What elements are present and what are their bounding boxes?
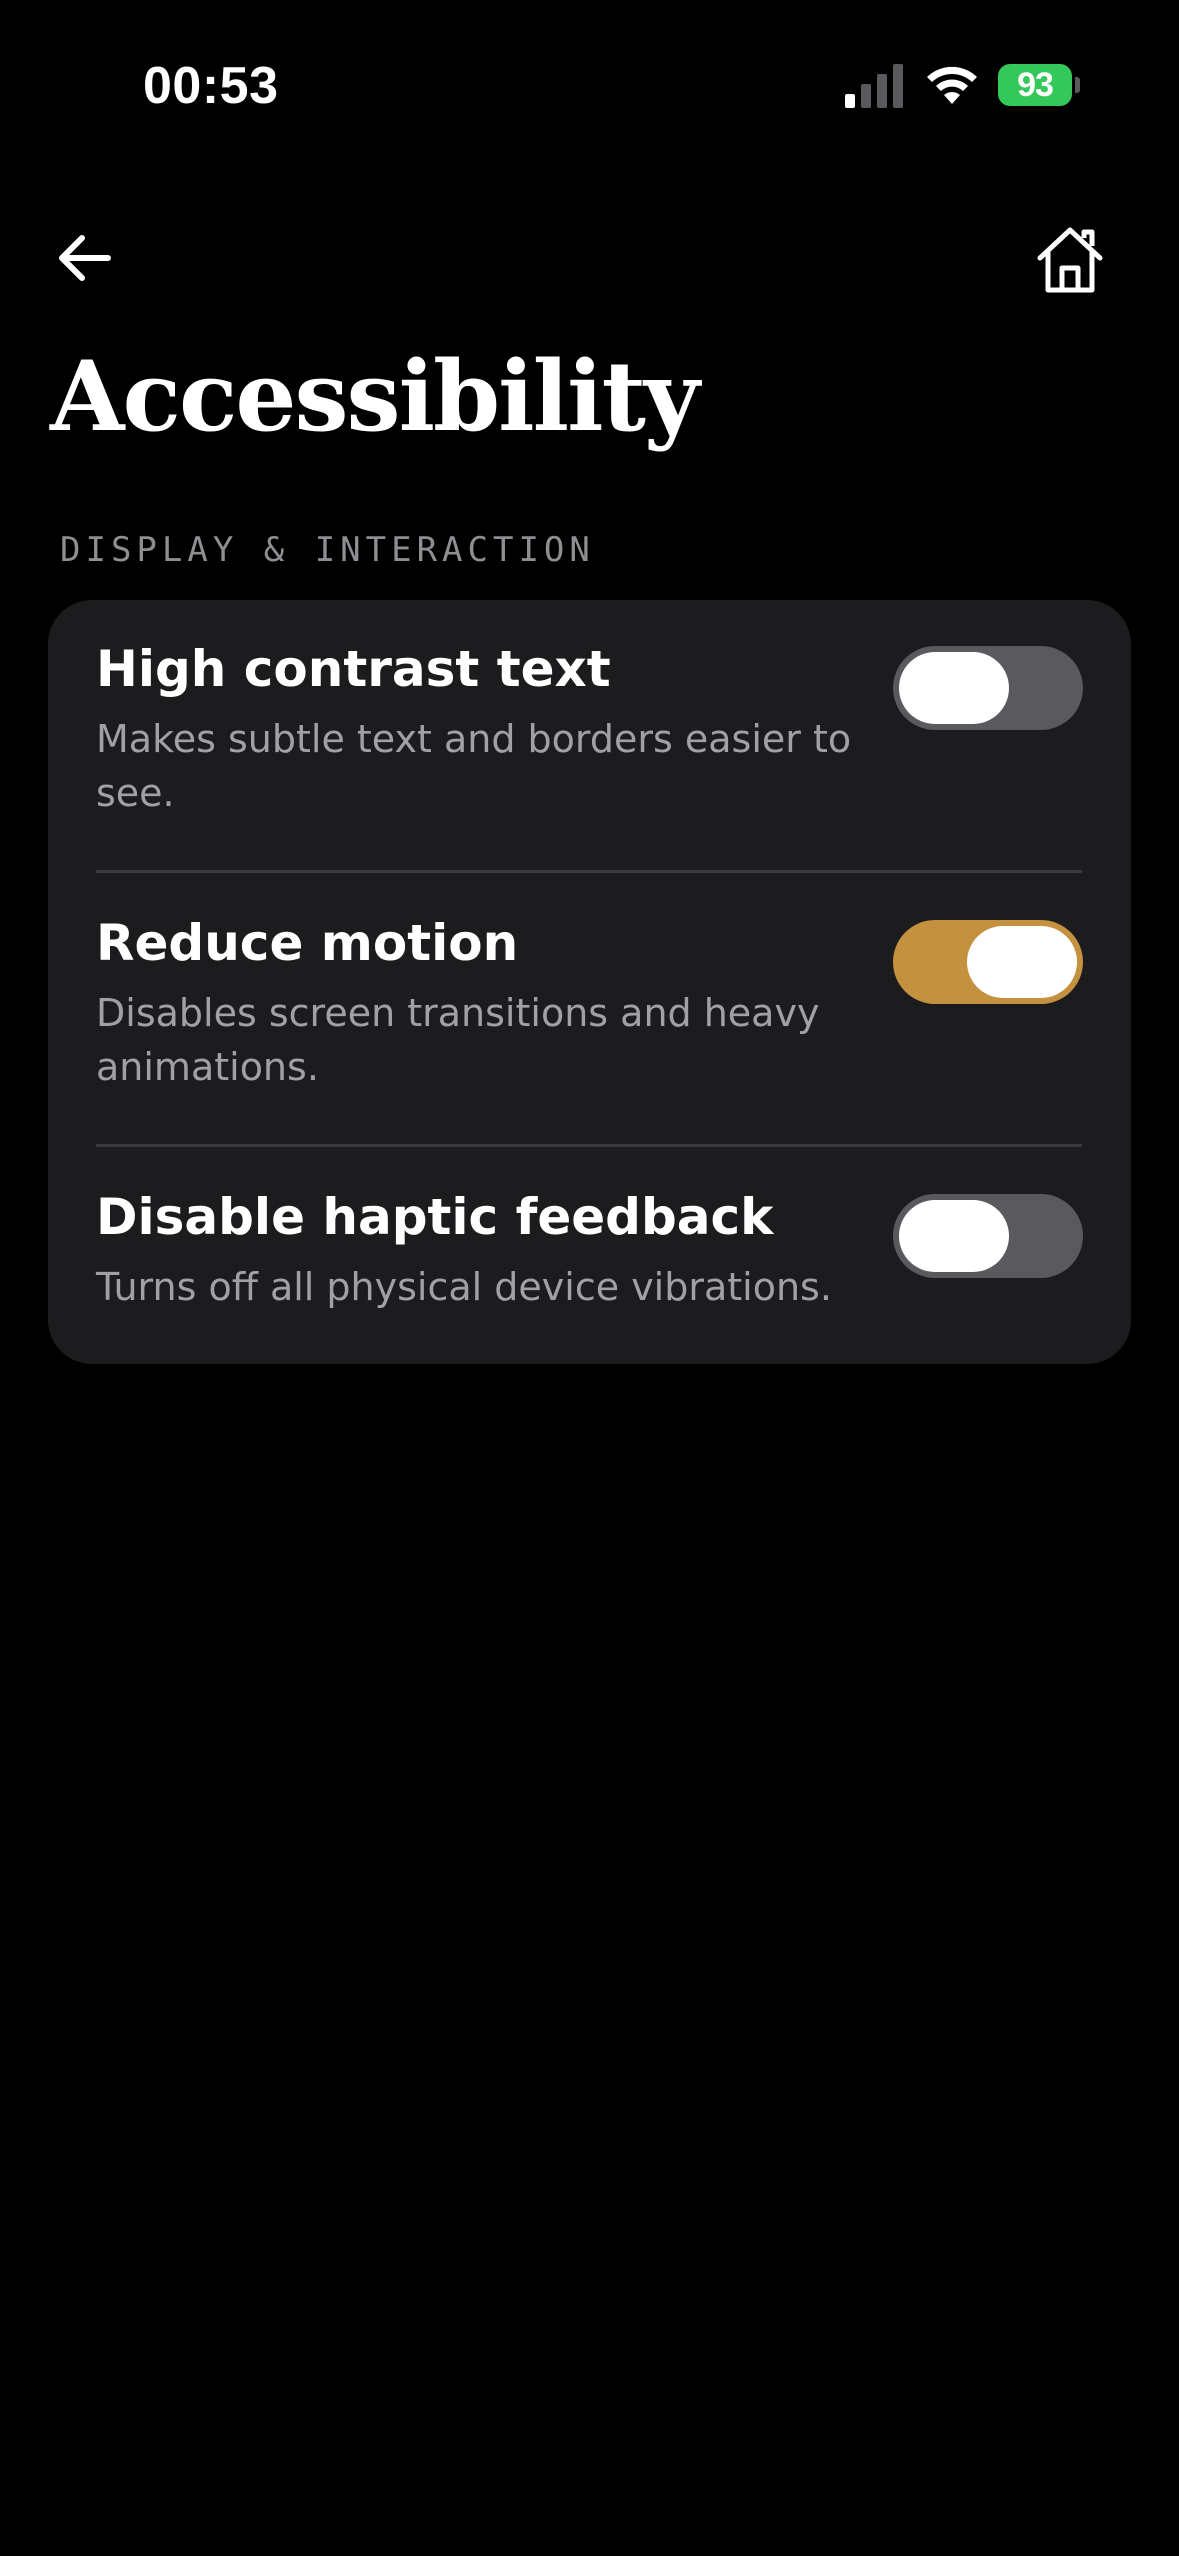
setting-title: Reduce motion — [96, 914, 519, 972]
high-contrast-toggle[interactable] — [893, 646, 1083, 730]
battery-cap — [1075, 77, 1080, 93]
wifi-icon — [927, 66, 977, 104]
setting-title: High contrast text — [96, 640, 611, 698]
settings-card: High contrast text Makes subtle text and… — [48, 600, 1131, 1364]
setting-description: Makes subtle text and borders easier to … — [96, 717, 852, 815]
section-header: DISPLAY & INTERACTION — [60, 530, 595, 570]
setting-title: Disable haptic feedback — [96, 1188, 774, 1246]
toggle-knob — [899, 652, 1009, 724]
page-title: Accessibility — [50, 340, 700, 453]
setting-description: Turns off all physical device vibrations… — [96, 1265, 832, 1309]
setting-description: Disables screen transitions and heavy an… — [96, 991, 820, 1089]
reduce-motion-toggle[interactable] — [893, 920, 1083, 1004]
home-button[interactable] — [1030, 220, 1110, 300]
battery-body: 93 — [998, 64, 1072, 106]
battery-level: 93 — [1017, 65, 1054, 104]
disable-haptics-toggle[interactable] — [893, 1194, 1083, 1278]
toggle-knob — [967, 926, 1077, 998]
toggle-knob — [899, 1200, 1009, 1272]
status-time: 00:53 — [143, 57, 279, 115]
back-button[interactable] — [48, 222, 120, 294]
divider — [96, 870, 1082, 873]
battery-icon: 93 — [998, 64, 1080, 108]
arrow-left-icon — [59, 235, 111, 281]
signal-icon — [845, 64, 903, 108]
home-icon — [1037, 227, 1103, 293]
status-bar: 00:53 93 — [0, 0, 1179, 180]
divider — [96, 1144, 1082, 1147]
